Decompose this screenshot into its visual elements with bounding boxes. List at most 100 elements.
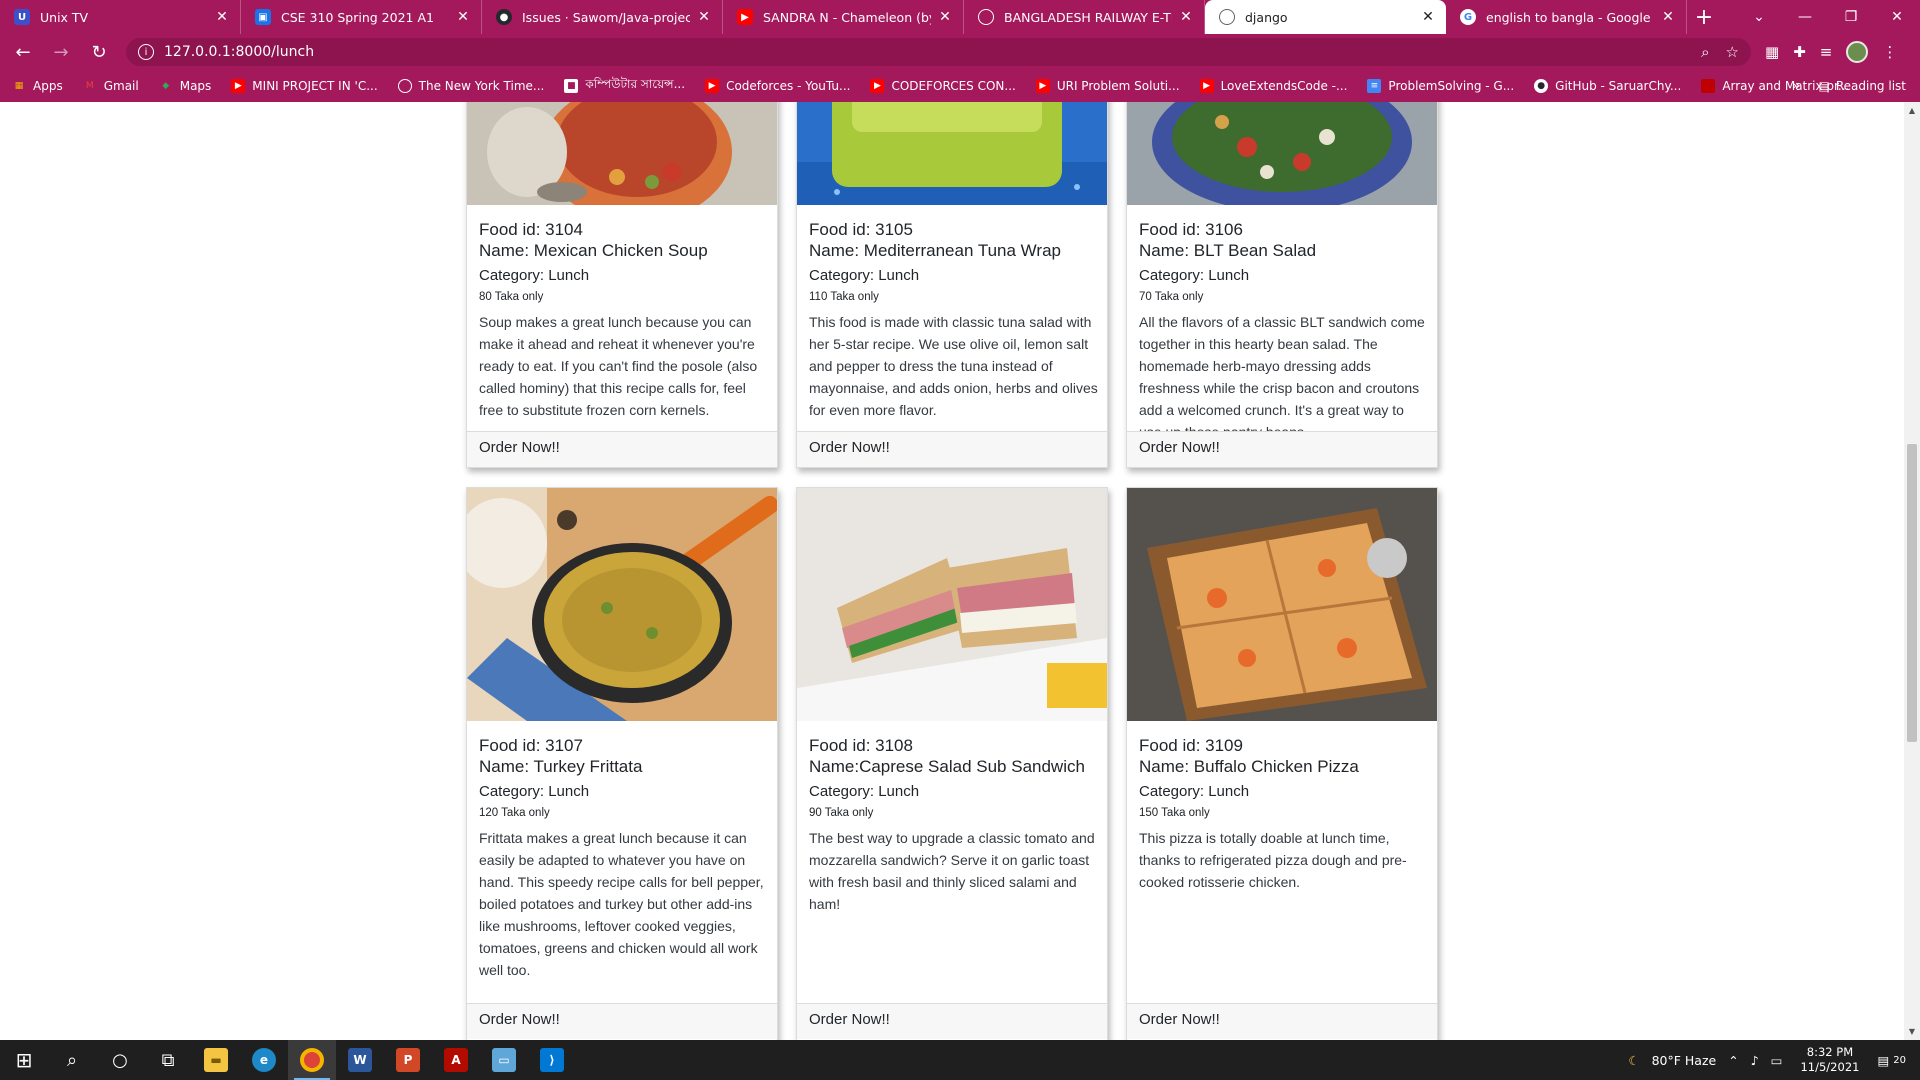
food-category: Category: Lunch <box>1139 783 1250 800</box>
bookmark-maps[interactable]: ◆ Maps <box>159 79 211 93</box>
clock[interactable]: 8:32 PM 11/5/2021 <box>1800 1045 1859 1075</box>
volume-icon[interactable]: ♪ <box>1751 1053 1759 1068</box>
order-now-button[interactable]: Order Now!! <box>797 431 1107 467</box>
food-name: Name: BLT Bean Salad <box>1139 241 1317 260</box>
forward-arrow-icon[interactable]: → <box>46 42 76 63</box>
scrollbar-thumb[interactable] <box>1907 444 1917 742</box>
food-price: 150 Taka only <box>1139 807 1210 819</box>
show-hidden-icons-icon[interactable]: ⌃ <box>1728 1053 1738 1068</box>
food-card: Food id: 3106 Name: BLT Bean Salad Categ… <box>1126 102 1438 468</box>
weather-moon-icon: ☾ <box>1628 1052 1640 1068</box>
food-card: Food id: 3105 Name: Mediterranean Tuna W… <box>796 102 1108 468</box>
taskbar-file-explorer[interactable]: ▬ <box>192 1040 240 1080</box>
taskbar-app[interactable]: ▭ <box>480 1040 528 1080</box>
gmail-icon: M <box>85 81 94 91</box>
order-now-button[interactable]: Order Now!! <box>1127 1003 1437 1039</box>
windows-logo-icon: ⊞ <box>15 1048 33 1072</box>
page-scrollbar[interactable]: ▲ ▼ <box>1904 102 1920 1040</box>
bookmark-star-icon[interactable]: ☆ <box>1726 43 1739 61</box>
bookmark-nytimes[interactable]: The New York Time... <box>397 79 544 93</box>
taskbar-chrome[interactable] <box>288 1040 336 1080</box>
tab-django[interactable]: django ✕ <box>1205 0 1446 34</box>
tab-title: BANGLADESH RAILWAY E-TICKE <box>1004 9 1172 25</box>
back-arrow-icon[interactable]: ← <box>8 42 38 63</box>
search-icon: ⌕ <box>66 1049 78 1071</box>
bookmark-problemsolving[interactable]: ≡ ProblemSolving - G... <box>1367 79 1514 93</box>
order-now-button[interactable]: Order Now!! <box>467 1003 777 1039</box>
search-button[interactable]: ⌕ <box>48 1040 96 1080</box>
tab-unix-tv[interactable]: U Unix TV ✕ <box>0 0 241 34</box>
tab-youtube-sandra[interactable]: ▶ SANDRA N - Chameleon (by Mo ✕ <box>723 0 964 34</box>
extension-icon[interactable]: ▦ <box>1765 43 1779 61</box>
bookmark-gmail[interactable]: M Gmail <box>83 79 139 93</box>
docs-icon: ≡ <box>1367 79 1382 93</box>
tab-title: CSE 310 Spring 2021 A1 <box>281 9 434 25</box>
restore-icon[interactable]: ❐ <box>1828 9 1874 25</box>
card-body: Food id: 3108 Name:Caprese Salad Sub San… <box>809 735 1099 915</box>
notifications-icon[interactable]: ▤ <box>1877 1053 1889 1068</box>
bookmark-apps[interactable]: ▦ Apps <box>12 79 63 93</box>
scroll-down-icon[interactable]: ▼ <box>1904 1027 1920 1036</box>
globe-icon <box>1219 9 1235 25</box>
bookmark-loveextendscode[interactable]: ▶ LoveExtendsCode -... <box>1199 79 1347 93</box>
close-icon[interactable]: ✕ <box>214 9 230 25</box>
url-text[interactable]: 127.0.0.1:8000/lunch <box>164 44 1685 60</box>
reload-icon[interactable]: ↻ <box>84 42 114 63</box>
bookmarks-right: » ▤ Reading list <box>1792 78 1906 94</box>
zoom-icon[interactable]: ⌕ <box>1701 43 1709 61</box>
address-bar[interactable]: i 127.0.0.1:8000/lunch ⌕ ☆ <box>126 38 1751 66</box>
card-body: Food id: 3106 Name: BLT Bean Salad Categ… <box>1139 219 1429 443</box>
close-icon[interactable]: ✕ <box>1660 9 1676 25</box>
reading-list-button[interactable]: Reading list <box>1836 79 1906 93</box>
taskbar-powerpoint[interactable]: P <box>384 1040 432 1080</box>
weather-text[interactable]: 80°F Haze <box>1652 1053 1717 1068</box>
food-category: Category: Lunch <box>479 783 590 800</box>
tab-bangladesh-railway[interactable]: BANGLADESH RAILWAY E-TICKE ✕ <box>964 0 1205 34</box>
close-icon[interactable]: ✕ <box>937 9 953 25</box>
network-icon[interactable]: ▭ <box>1771 1053 1783 1068</box>
extensions-puzzle-icon[interactable]: ✚ <box>1793 43 1806 61</box>
task-view-button[interactable]: ⧉ <box>144 1040 192 1080</box>
food-description: This food is made with classic tuna sala… <box>809 314 1098 418</box>
food-description: Soup makes a great lunch because you can… <box>479 314 758 418</box>
card-body: Food id: 3105 Name: Mediterranean Tuna W… <box>809 219 1099 421</box>
order-now-button[interactable]: Order Now!! <box>1127 431 1437 467</box>
new-tab-button[interactable]: + <box>1687 0 1721 34</box>
scroll-up-icon[interactable]: ▲ <box>1904 106 1920 115</box>
food-category: Category: Lunch <box>1139 267 1250 284</box>
order-now-button[interactable]: Order Now!! <box>467 431 777 467</box>
minimize-icon[interactable]: — <box>1782 9 1828 25</box>
more-bookmarks-icon[interactable]: » <box>1792 78 1801 94</box>
taskbar-word[interactable]: W <box>336 1040 384 1080</box>
tab-cse-310[interactable]: ▣ CSE 310 Spring 2021 A1 ✕ <box>241 0 482 34</box>
close-window-icon[interactable]: ✕ <box>1874 9 1920 25</box>
taskbar-acrobat[interactable]: A <box>432 1040 480 1080</box>
media-control-icon[interactable]: ≡ <box>1820 43 1833 61</box>
bookmarks-bar: ▦ Apps M Gmail ◆ Maps ▶ MINI PROJECT IN … <box>0 70 1920 102</box>
menu-kebab-icon[interactable]: ⋮ <box>1882 43 1897 61</box>
bookmark-github[interactable]: ● GitHub - SaruarChy... <box>1534 79 1681 93</box>
taskbar-vscode[interactable]: ⟩ <box>528 1040 576 1080</box>
tab-search-icon[interactable]: ⌄ <box>1736 9 1782 25</box>
bookmark-label: Apps <box>33 79 63 93</box>
start-button[interactable]: ⊞ <box>0 1040 48 1080</box>
taskbar-edge[interactable]: e <box>240 1040 288 1080</box>
bookmark-codeforces-con[interactable]: ▶ CODEFORCES CON... <box>870 79 1016 93</box>
close-icon[interactable]: ✕ <box>696 9 712 25</box>
profile-avatar[interactable] <box>1846 41 1869 63</box>
bookmark-mini-project[interactable]: ▶ MINI PROJECT IN 'C... <box>231 79 378 93</box>
order-now-button[interactable]: Order Now!! <box>797 1003 1107 1039</box>
close-icon[interactable]: ✕ <box>1178 9 1194 25</box>
tab-github-issues[interactable]: ● Issues · Sawom/Java-project ✕ <box>482 0 723 34</box>
close-icon[interactable]: ✕ <box>1420 9 1436 25</box>
clock-date: 11/5/2021 <box>1800 1060 1860 1074</box>
cortana-icon: ○ <box>112 1049 128 1071</box>
site-info-icon[interactable]: i <box>138 44 154 60</box>
bookmark-uri-problem[interactable]: ▶ URI Problem Soluti... <box>1035 79 1180 93</box>
cortana-button[interactable]: ○ <box>96 1040 144 1080</box>
tab-google-search[interactable]: G english to bangla - Google Sear ✕ <box>1446 0 1687 34</box>
bookmark-bangla-computer[interactable]: ■ কম্পিউটার সায়েন্স... <box>564 76 685 96</box>
vscode-icon: ⟩ <box>540 1048 564 1072</box>
close-icon[interactable]: ✕ <box>455 9 471 25</box>
bookmark-codeforces-youtube[interactable]: ▶ Codeforces - YouTu... <box>705 79 850 93</box>
